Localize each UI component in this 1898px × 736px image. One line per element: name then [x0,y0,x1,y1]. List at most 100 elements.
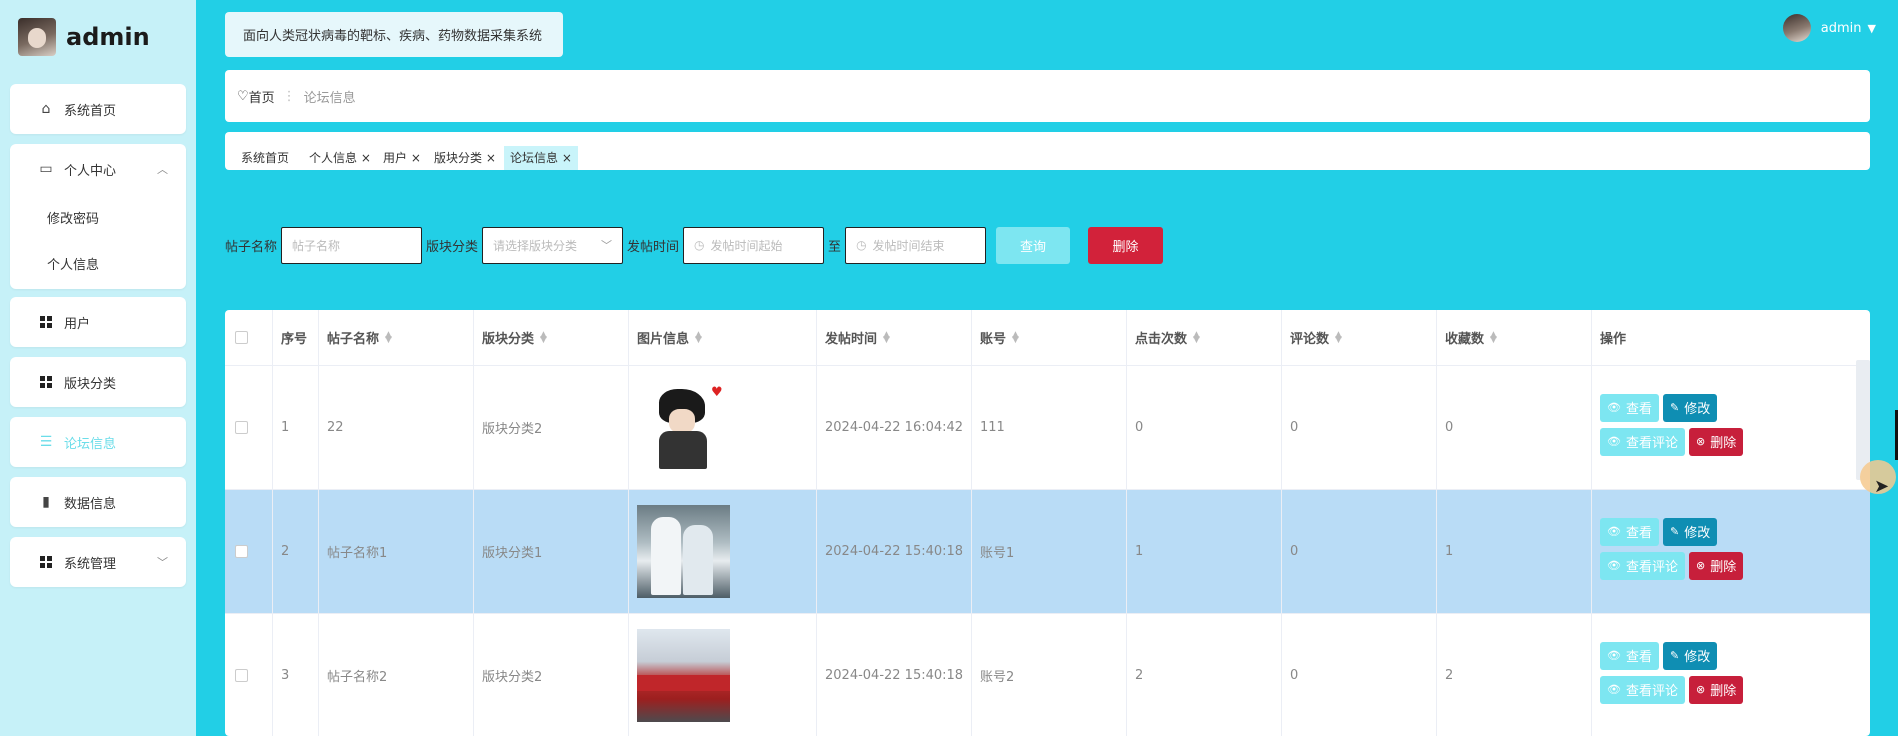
sidebar-group-personal: ▭ 个人中心 ︿ 修改密码 个人信息 [10,144,186,289]
row-checkbox[interactable] [235,421,248,434]
sort-icon: ▲ ▼ [695,329,702,345]
tag-home[interactable]: 系统首页 [235,146,295,170]
sidebar-item-forum[interactable]: ☰ 论坛信息 [10,417,186,467]
sidebar-item-label: 系统首页 [64,103,117,119]
view-comments-button[interactable]: 👁 查看评论 [1600,427,1685,456]
sidebar-subitem-personal-info[interactable]: 个人信息 [10,240,186,286]
cell-clicks: 1 [1127,490,1282,613]
time-start-placeholder: 发帖时间起始 [710,238,783,253]
user-name: admin [1820,20,1862,36]
cell-clicks: 0 [1127,366,1282,489]
cell-clicks: 2 [1127,614,1282,736]
grid-icon [38,316,54,328]
post-name-label: 帖子名称 [225,239,278,255]
query-button[interactable]: 查询 [996,226,1071,264]
cell-actions: 👁 查看 ✎ 修改 👁 查看评论 ⊗ 删除 [1592,614,1870,736]
cell-comments: 0 [1282,490,1437,613]
sidebar-item-users[interactable]: 用户 [10,297,186,347]
view-button[interactable]: 👁 查看 [1600,393,1659,422]
sidebar-item-board-category[interactable]: 版块分类 [10,357,186,407]
post-image[interactable] [637,629,730,722]
heart-icon: ♡ [237,88,249,104]
sidebar-item-personal[interactable]: ▭ 个人中心 ︿ [10,144,186,194]
chevron-up-icon: ︿ [157,163,168,176]
sort-icon: ▲ ▼ [385,329,392,345]
tag-personal-info[interactable]: 个人信息 × [303,146,377,170]
cell-comments: 0 [1282,366,1437,489]
pencil-icon: ✎ [1669,649,1680,662]
cell-post-time: 2024-04-22 15:40:18 [817,490,972,613]
board-label: 版块分类 [426,239,479,255]
tag-board-category[interactable]: 版块分类 × [428,146,502,170]
post-image[interactable] [637,505,730,598]
brand-name: admin [66,23,150,51]
delete-button[interactable]: ⊗ 删除 [1688,427,1744,456]
cell-account: 账号1 [972,490,1127,613]
header-board[interactable]: 版块分类 ▲ ▼ [474,310,629,365]
cell-account: 111 [972,366,1127,489]
header-favorites[interactable]: 收藏数 ▲ ▼ [1437,310,1592,365]
eye-icon: 👁 [1607,525,1621,538]
sidebar-item-data-info[interactable]: ▮ 数据信息 [10,477,186,527]
cell-no: 1 [273,366,319,489]
cell-account: 账号2 [972,614,1127,736]
sidebar-item-label: 系统管理 [64,556,117,572]
sidebar-subitem-change-password[interactable]: 修改密码 [10,194,186,240]
sort-icon: ▲ ▼ [540,329,547,345]
chevron-down-icon: ﹀ [157,556,168,569]
delete-button[interactable]: ⊗ 删除 [1688,551,1744,580]
view-comments-button[interactable]: 👁 查看评论 [1600,675,1685,704]
view-comments-button[interactable]: 👁 查看评论 [1600,551,1685,580]
edit-button[interactable]: ✎ 修改 [1662,641,1718,670]
sidebar-item-home[interactable]: ⌂ 系统首页 [10,84,186,134]
sort-icon: ▲ ▼ [1193,329,1200,345]
edit-button[interactable]: ✎ 修改 [1662,517,1718,546]
view-button[interactable]: 👁 查看 [1600,641,1659,670]
post-name-input[interactable]: 帖子名称 [281,226,423,264]
wallet-icon: ▭ [39,161,53,177]
header-image[interactable]: 图片信息 ▲ ▼ [629,310,817,365]
edit-button[interactable]: ✎ 修改 [1662,393,1718,422]
cell-image [629,490,817,613]
header-post-name[interactable]: 帖子名称 ▲ ▼ [319,310,474,365]
header-account[interactable]: 账号 ▲ ▼ [972,310,1127,365]
header-comments[interactable]: 评论数 ▲ ▼ [1282,310,1437,365]
clock-icon: ◷ [856,238,867,252]
breadcrumb-current: 论坛信息 [303,90,356,106]
header-clicks[interactable]: 点击次数 ▲ ▼ [1127,310,1282,365]
delete-button[interactable]: ⊗ 删除 [1688,675,1744,704]
cell-image: ♥ [629,366,817,489]
board-select[interactable]: 请选择版块分类 ﹀ [482,226,624,264]
forum-table: 序号 帖子名称 ▲ ▼ 版块分类 ▲ ▼ 图片信息 ▲ ▼ 发帖时间 ▲ ▼ 账号 ▲ ▼ 点击次数… [225,310,1870,736]
header-actions: 操作 [1600,332,1627,347]
breadcrumb-home[interactable]: 首页 [249,87,275,106]
table-row: 2 帖子名称1 版块分类1 2024-04-22 15:40:18 账号1 1 … [225,490,1870,614]
to-label: 至 [828,239,842,255]
view-button[interactable]: 👁 查看 [1600,517,1659,546]
sidebar-item-system-manage[interactable]: 系统管理 ﹀ [10,537,186,587]
table-row: 1 22 版块分类2 ♥ 2024-04-22 16:04:42 111 0 0… [225,366,1870,490]
cell-favorites: 2 [1437,614,1592,736]
table-row: 3 帖子名称2 版块分类2 2024-04-22 15:40:18 账号2 2 … [225,614,1870,736]
row-checkbox[interactable] [235,669,248,682]
time-start-input[interactable]: ◷ 发帖时间起始 [683,226,825,264]
header-post-time[interactable]: 发帖时间 ▲ ▼ [817,310,972,365]
batch-delete-button[interactable]: 删除 [1088,226,1164,264]
grid-icon [38,556,54,568]
time-end-placeholder: 发帖时间结束 [872,238,945,253]
row-checkbox[interactable] [235,545,248,558]
time-end-input[interactable]: ◷ 发帖时间结束 [845,226,987,264]
user-menu[interactable]: admin ▼ [1782,14,1876,42]
brand-avatar [18,18,56,56]
header-no: 序号 [273,310,319,365]
home-icon: ⌂ [41,101,51,117]
cell-comments: 0 [1282,614,1437,736]
circle-x-icon: ⊗ [1695,559,1706,572]
eye-icon: 👁 [1607,401,1621,414]
sort-icon: ▲ ▼ [883,329,890,345]
sidebar: admin ⌂ 系统首页 ▭ 个人中心 ︿ 修改密码 个人信息 用户 版块分类 ☰… [0,0,196,736]
tag-forum[interactable]: 论坛信息 × [504,146,578,170]
select-all-checkbox[interactable] [235,331,248,344]
post-image[interactable]: ♥ [637,381,730,474]
tag-users[interactable]: 用户 × [377,146,427,170]
